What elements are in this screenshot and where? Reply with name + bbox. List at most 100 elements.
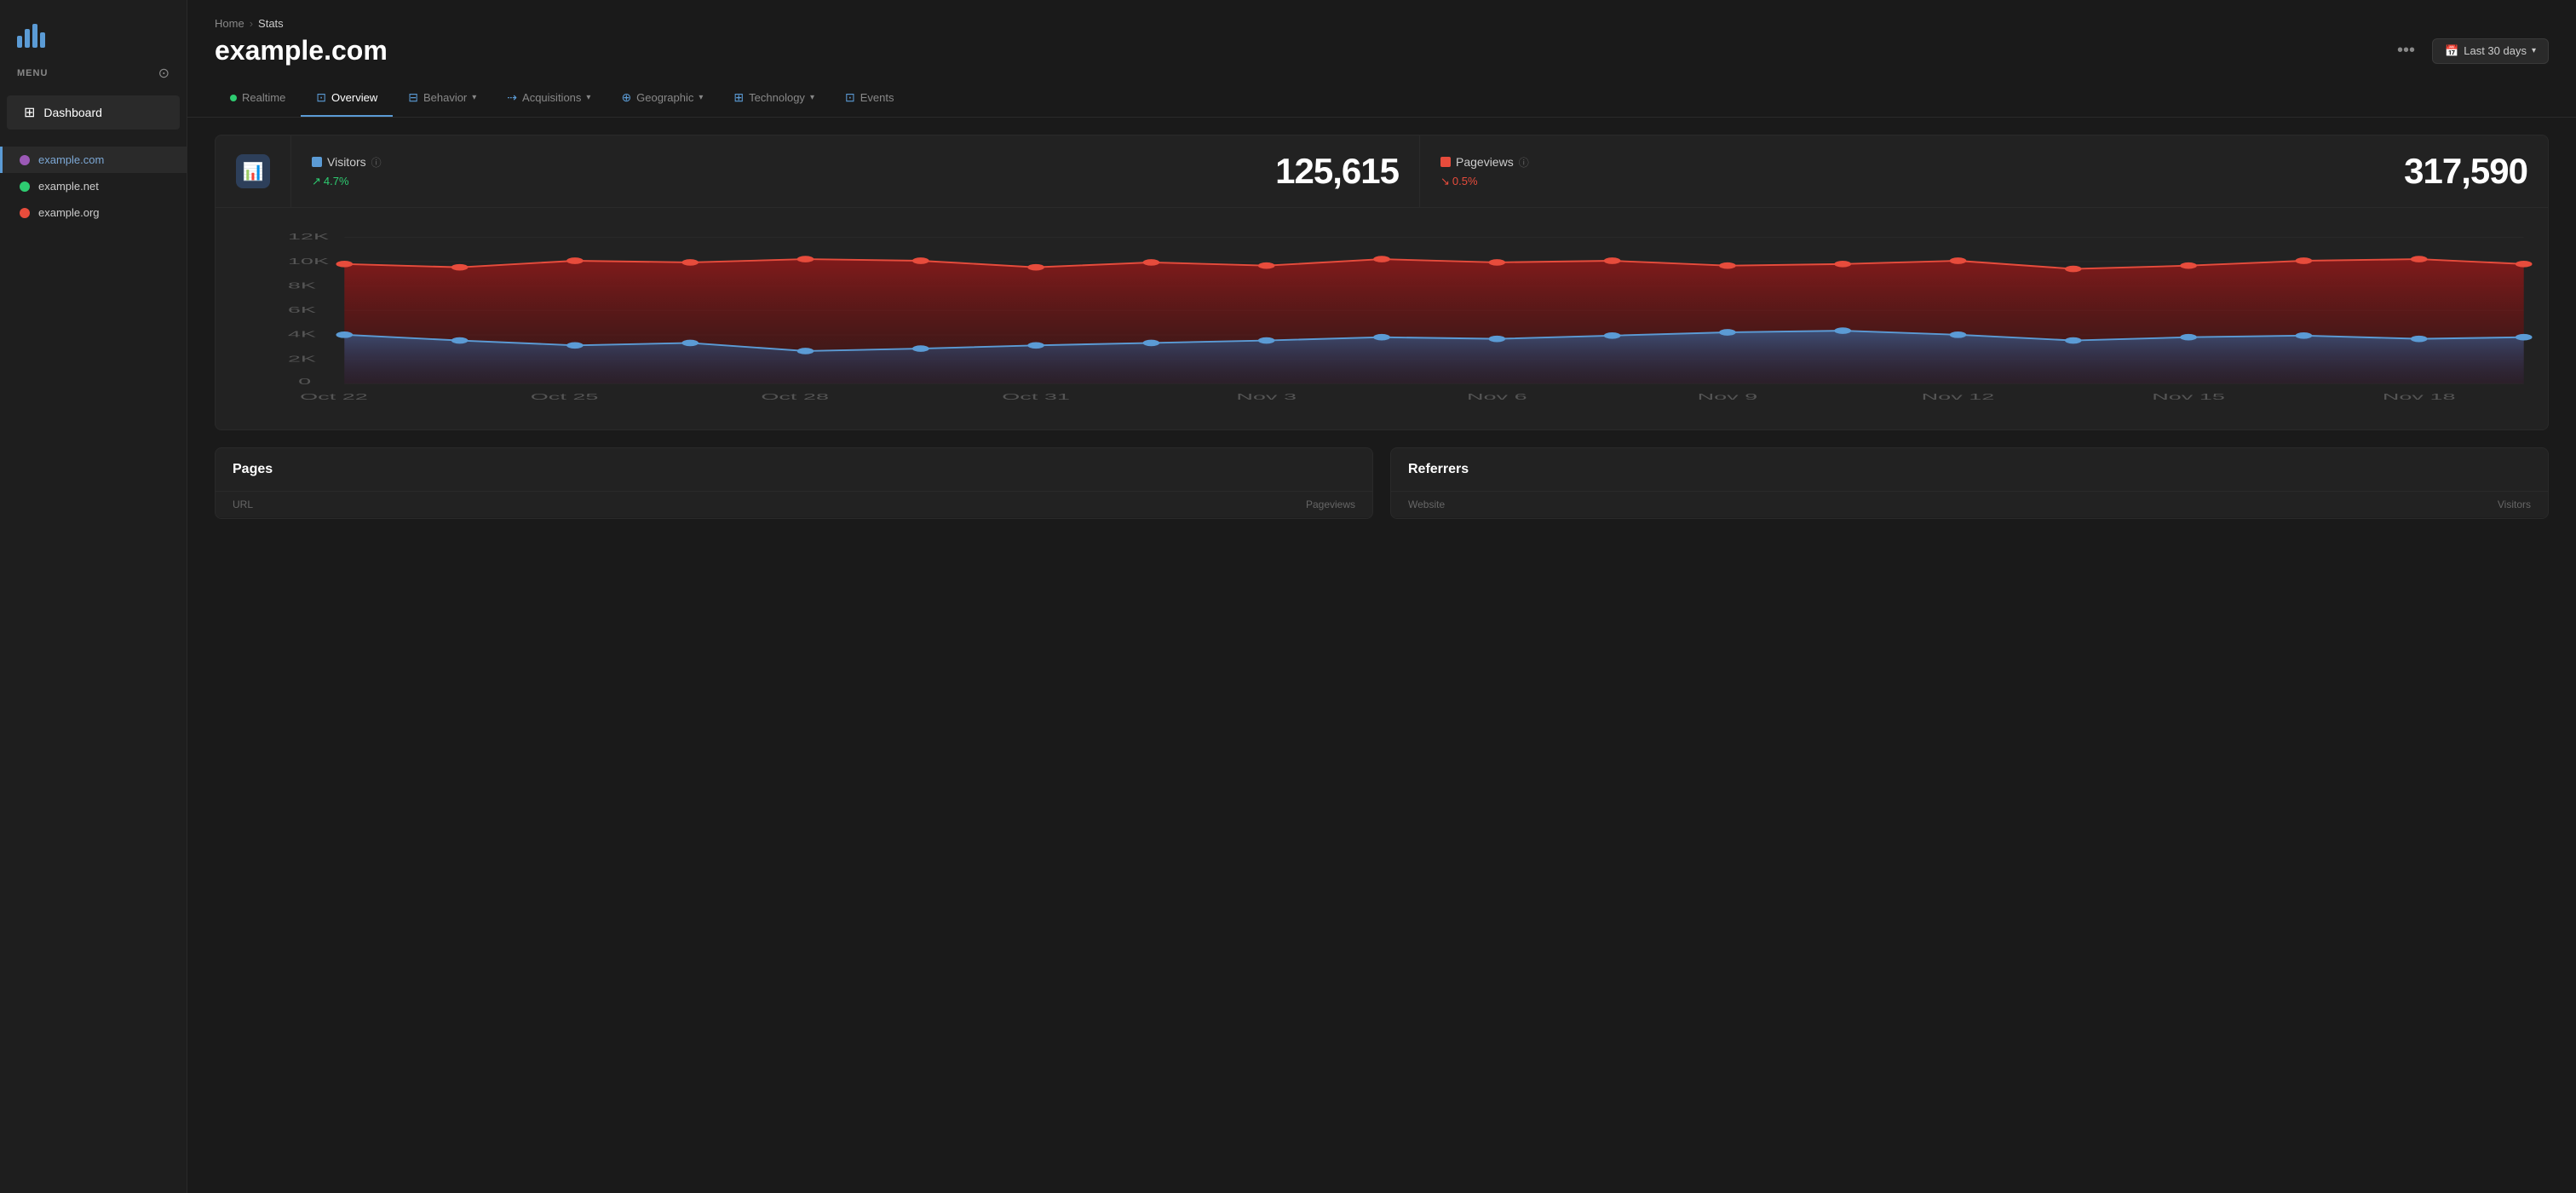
pageviews-dot: [2296, 257, 2313, 264]
pageviews-color-indicator: [1440, 157, 1451, 167]
menu-row: MENU ⊙: [0, 56, 187, 95]
chevron-down-icon: ▾: [2532, 46, 2536, 55]
svg-text:12K: 12K: [288, 232, 330, 242]
svg-text:6K: 6K: [288, 305, 317, 315]
sidebar-item-example-com[interactable]: example.com: [0, 147, 187, 173]
chart-icon: 📊: [236, 154, 270, 188]
technology-icon: ⊞: [733, 90, 744, 105]
logo-bar-4: [40, 32, 45, 48]
realtime-dot: [230, 95, 237, 101]
tab-technology-label: Technology: [749, 91, 805, 104]
tab-realtime[interactable]: Realtime: [215, 81, 301, 116]
tab-acquisitions[interactable]: ⇢ Acquisitions ▾: [492, 80, 606, 117]
pageviews-dot: [1143, 259, 1160, 266]
svg-text:Oct 22: Oct 22: [300, 392, 368, 402]
visitors-meta: Visitors ⓘ ↗ 4.7%: [312, 155, 382, 188]
pageviews-info-icon[interactable]: ⓘ: [1519, 155, 1529, 170]
behavior-icon: ⊟: [408, 90, 418, 105]
tab-geographic[interactable]: ⊕ Geographic ▾: [606, 80, 718, 117]
visitors-dot: [2180, 334, 2197, 341]
logo: [0, 0, 187, 56]
pageviews-dot: [1950, 257, 1967, 264]
visitors-dot: [2296, 332, 2313, 339]
pageviews-change: ↘ 0.5%: [1440, 175, 1529, 188]
tab-events-label: Events: [860, 91, 894, 104]
svg-text:Oct 25: Oct 25: [531, 392, 599, 402]
tab-behavior-label: Behavior: [423, 91, 467, 104]
svg-text:8K: 8K: [288, 280, 317, 291]
page-title: example.com: [215, 35, 388, 66]
tab-geographic-label: Geographic: [636, 91, 693, 104]
content-area: 📊 Visitors ⓘ ↗ 4.7%: [187, 118, 2576, 1193]
pageviews-dot: [566, 257, 584, 264]
pageviews-dot: [797, 256, 814, 262]
pageviews-dot: [912, 257, 929, 264]
pageviews-dot: [1258, 262, 1275, 269]
referrers-col-visitors: Visitors: [2498, 499, 2531, 510]
calendar-icon: 📅: [2445, 44, 2458, 58]
svg-text:Nov 15: Nov 15: [2152, 392, 2225, 402]
sidebar-item-dashboard[interactable]: ⊞ Dashboard: [7, 95, 180, 130]
visitors-label-row: Visitors ⓘ: [312, 155, 382, 170]
page-title-row: example.com ••• 📅 Last 30 days ▾: [215, 35, 2549, 66]
tab-overview-label: Overview: [331, 91, 377, 104]
pageviews-dot: [1719, 262, 1736, 269]
sidebar-item-example-org[interactable]: example.org: [0, 199, 187, 226]
site-dot-example-com: [20, 155, 30, 165]
visitors-dot: [681, 340, 699, 347]
chevron-down-icon-3: ▾: [699, 93, 703, 102]
svg-text:4K: 4K: [288, 330, 317, 340]
tab-events[interactable]: ⊡ Events: [830, 80, 909, 117]
top-right-controls: ••• 📅 Last 30 days ▾: [2390, 37, 2549, 64]
dashboard-icon: ⊞: [24, 104, 35, 121]
pages-col-url: URL: [233, 499, 253, 510]
pageviews-dot: [2516, 261, 2533, 268]
visitors-dot: [912, 345, 929, 352]
visitors-info-icon[interactable]: ⓘ: [371, 155, 382, 170]
breadcrumb-home[interactable]: Home: [215, 17, 244, 30]
logo-bar-3: [32, 24, 37, 48]
site-label-example-com: example.com: [38, 153, 104, 166]
breadcrumb-separator: ›: [250, 17, 253, 30]
site-dot-example-net: [20, 182, 30, 192]
breadcrumb-current: Stats: [258, 17, 284, 30]
referrers-col-headers: Website Visitors: [1391, 492, 2548, 518]
visitors-value: 125,615: [1275, 151, 1399, 192]
overview-icon: ⊡: [316, 90, 326, 105]
visitors-dot: [2516, 334, 2533, 341]
pageviews-dot: [1373, 256, 1390, 262]
pageviews-dot: [2065, 266, 2082, 273]
pageviews-dot: [2411, 256, 2428, 262]
chevron-down-icon: ▾: [472, 93, 476, 102]
pageviews-dot: [681, 259, 699, 266]
tab-overview[interactable]: ⊡ Overview: [301, 80, 393, 117]
date-range-label: Last 30 days: [2464, 44, 2527, 57]
pageviews-dot: [336, 261, 353, 268]
sidebar-item-example-net[interactable]: example.net: [0, 173, 187, 199]
tab-technology[interactable]: ⊞ Technology ▾: [718, 80, 830, 117]
pageviews-dot: [1027, 264, 1044, 271]
pageviews-dot: [1834, 261, 1851, 268]
date-range-button[interactable]: 📅 Last 30 days ▾: [2432, 38, 2549, 64]
site-label-example-org: example.org: [38, 206, 100, 219]
tab-realtime-label: Realtime: [242, 91, 285, 104]
account-icon[interactable]: ⊙: [158, 65, 170, 82]
logo-bar-1: [17, 36, 22, 48]
pageviews-label: Pageviews: [1456, 155, 1514, 169]
top-bar: Home › Stats example.com ••• 📅 Last 30 d…: [187, 0, 2576, 80]
visitors-dot: [1373, 334, 1390, 341]
tab-bar: Realtime ⊡ Overview ⊟ Behavior ▾ ⇢ Acqui…: [187, 80, 2576, 118]
pageviews-dot: [451, 264, 469, 271]
sidebar: MENU ⊙ ⊞ Dashboard example.com example.n…: [0, 0, 187, 1193]
svg-text:2K: 2K: [288, 354, 317, 364]
more-options-button[interactable]: •••: [2390, 37, 2422, 64]
tab-behavior[interactable]: ⊟ Behavior ▾: [393, 80, 492, 117]
tab-acquisitions-label: Acquisitions: [522, 91, 581, 104]
visitors-dot: [1604, 332, 1621, 339]
stats-icon-box: 📊: [216, 135, 291, 207]
acquisitions-icon: ⇢: [507, 90, 517, 105]
stats-card: 📊 Visitors ⓘ ↗ 4.7%: [215, 135, 2549, 430]
stats-header: 📊 Visitors ⓘ ↗ 4.7%: [216, 135, 2548, 208]
chart-container: 12K 10K 8K 6K 4K 2K 0: [216, 208, 2548, 429]
pageviews-dot: [1604, 257, 1621, 264]
